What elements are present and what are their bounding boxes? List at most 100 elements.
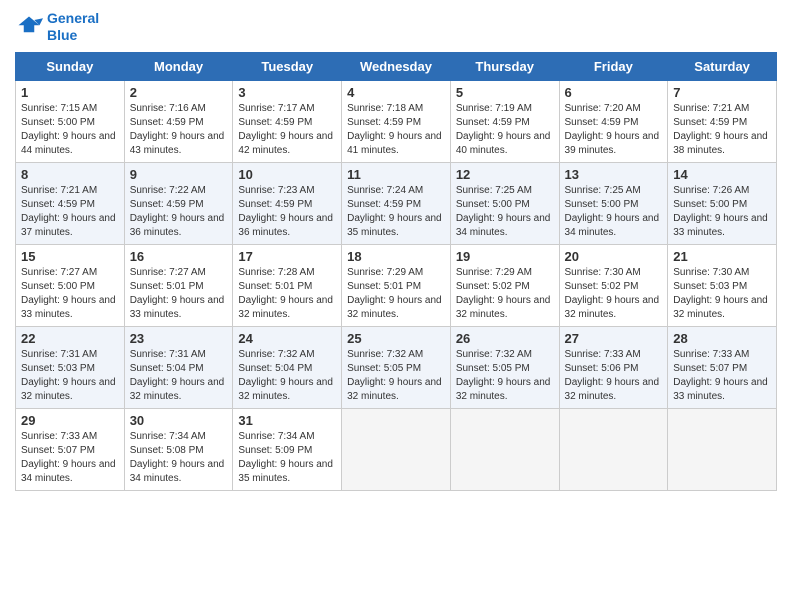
daylight-label: Daylight: 9 hours and 32 minutes. <box>456 377 551 402</box>
day-info: Sunrise: 7:27 AM Sunset: 5:01 PM Dayligh… <box>130 266 228 322</box>
sunset-label: Sunset: 4:59 PM <box>347 199 421 210</box>
day-number: 15 <box>21 249 119 264</box>
sunset-label: Sunset: 4:59 PM <box>565 117 639 128</box>
sunset-label: Sunset: 5:00 PM <box>456 199 530 210</box>
calendar-cell: 15 Sunrise: 7:27 AM Sunset: 5:00 PM Dayl… <box>16 244 125 326</box>
sunrise-label: Sunrise: 7:29 AM <box>456 267 532 278</box>
weekday-header: Monday <box>124 52 233 80</box>
day-info: Sunrise: 7:30 AM Sunset: 5:02 PM Dayligh… <box>565 266 663 322</box>
sunrise-label: Sunrise: 7:16 AM <box>130 103 206 114</box>
sunrise-label: Sunrise: 7:22 AM <box>130 185 206 196</box>
day-info: Sunrise: 7:32 AM Sunset: 5:04 PM Dayligh… <box>238 348 336 404</box>
logo-icon <box>15 13 43 41</box>
calendar-cell: 17 Sunrise: 7:28 AM Sunset: 5:01 PM Dayl… <box>233 244 342 326</box>
sunset-label: Sunset: 5:04 PM <box>130 363 204 374</box>
sunrise-label: Sunrise: 7:34 AM <box>238 431 314 442</box>
day-info: Sunrise: 7:30 AM Sunset: 5:03 PM Dayligh… <box>673 266 771 322</box>
weekday-header: Friday <box>559 52 668 80</box>
day-number: 7 <box>673 85 771 100</box>
sunset-label: Sunset: 5:05 PM <box>347 363 421 374</box>
sunrise-label: Sunrise: 7:20 AM <box>565 103 641 114</box>
sunset-label: Sunset: 5:00 PM <box>673 199 747 210</box>
sunset-label: Sunset: 4:59 PM <box>130 117 204 128</box>
calendar-table: SundayMondayTuesdayWednesdayThursdayFrid… <box>15 52 777 491</box>
calendar-cell <box>559 408 668 490</box>
sunset-label: Sunset: 4:59 PM <box>456 117 530 128</box>
calendar-cell: 19 Sunrise: 7:29 AM Sunset: 5:02 PM Dayl… <box>450 244 559 326</box>
sunrise-label: Sunrise: 7:28 AM <box>238 267 314 278</box>
day-info: Sunrise: 7:24 AM Sunset: 4:59 PM Dayligh… <box>347 184 445 240</box>
daylight-label: Daylight: 9 hours and 32 minutes. <box>673 295 768 320</box>
day-number: 19 <box>456 249 554 264</box>
sunset-label: Sunset: 5:07 PM <box>21 445 95 456</box>
day-info: Sunrise: 7:33 AM Sunset: 5:07 PM Dayligh… <box>21 430 119 486</box>
calendar-cell: 16 Sunrise: 7:27 AM Sunset: 5:01 PM Dayl… <box>124 244 233 326</box>
calendar-cell: 21 Sunrise: 7:30 AM Sunset: 5:03 PM Dayl… <box>668 244 777 326</box>
sunrise-label: Sunrise: 7:31 AM <box>130 349 206 360</box>
day-number: 13 <box>565 167 663 182</box>
day-info: Sunrise: 7:32 AM Sunset: 5:05 PM Dayligh… <box>456 348 554 404</box>
day-info: Sunrise: 7:25 AM Sunset: 5:00 PM Dayligh… <box>456 184 554 240</box>
day-info: Sunrise: 7:21 AM Sunset: 4:59 PM Dayligh… <box>673 102 771 158</box>
sunrise-label: Sunrise: 7:23 AM <box>238 185 314 196</box>
sunrise-label: Sunrise: 7:32 AM <box>456 349 532 360</box>
sunrise-label: Sunrise: 7:27 AM <box>130 267 206 278</box>
day-number: 16 <box>130 249 228 264</box>
logo-text: General Blue <box>47 10 99 44</box>
calendar-cell: 12 Sunrise: 7:25 AM Sunset: 5:00 PM Dayl… <box>450 162 559 244</box>
day-number: 26 <box>456 331 554 346</box>
sunrise-label: Sunrise: 7:25 AM <box>456 185 532 196</box>
day-info: Sunrise: 7:34 AM Sunset: 5:08 PM Dayligh… <box>130 430 228 486</box>
day-info: Sunrise: 7:32 AM Sunset: 5:05 PM Dayligh… <box>347 348 445 404</box>
calendar-week-row: 8 Sunrise: 7:21 AM Sunset: 4:59 PM Dayli… <box>16 162 777 244</box>
day-info: Sunrise: 7:28 AM Sunset: 5:01 PM Dayligh… <box>238 266 336 322</box>
day-number: 9 <box>130 167 228 182</box>
daylight-label: Daylight: 9 hours and 35 minutes. <box>238 459 333 484</box>
sunset-label: Sunset: 5:00 PM <box>565 199 639 210</box>
calendar-week-row: 15 Sunrise: 7:27 AM Sunset: 5:00 PM Dayl… <box>16 244 777 326</box>
daylight-label: Daylight: 9 hours and 37 minutes. <box>21 213 116 238</box>
calendar-cell: 14 Sunrise: 7:26 AM Sunset: 5:00 PM Dayl… <box>668 162 777 244</box>
calendar-cell: 26 Sunrise: 7:32 AM Sunset: 5:05 PM Dayl… <box>450 326 559 408</box>
weekday-header: Sunday <box>16 52 125 80</box>
calendar-cell: 31 Sunrise: 7:34 AM Sunset: 5:09 PM Dayl… <box>233 408 342 490</box>
sunset-label: Sunset: 4:59 PM <box>238 117 312 128</box>
day-number: 27 <box>565 331 663 346</box>
sunrise-label: Sunrise: 7:30 AM <box>565 267 641 278</box>
calendar-cell: 18 Sunrise: 7:29 AM Sunset: 5:01 PM Dayl… <box>342 244 451 326</box>
calendar-cell: 10 Sunrise: 7:23 AM Sunset: 4:59 PM Dayl… <box>233 162 342 244</box>
day-number: 14 <box>673 167 771 182</box>
day-info: Sunrise: 7:29 AM Sunset: 5:02 PM Dayligh… <box>456 266 554 322</box>
weekday-header: Wednesday <box>342 52 451 80</box>
calendar-cell: 1 Sunrise: 7:15 AM Sunset: 5:00 PM Dayli… <box>16 80 125 162</box>
daylight-label: Daylight: 9 hours and 32 minutes. <box>565 377 660 402</box>
daylight-label: Daylight: 9 hours and 44 minutes. <box>21 131 116 156</box>
sunrise-label: Sunrise: 7:33 AM <box>673 349 749 360</box>
day-number: 3 <box>238 85 336 100</box>
calendar-week-row: 1 Sunrise: 7:15 AM Sunset: 5:00 PM Dayli… <box>16 80 777 162</box>
calendar-cell: 7 Sunrise: 7:21 AM Sunset: 4:59 PM Dayli… <box>668 80 777 162</box>
sunset-label: Sunset: 4:59 PM <box>21 199 95 210</box>
daylight-label: Daylight: 9 hours and 32 minutes. <box>565 295 660 320</box>
daylight-label: Daylight: 9 hours and 42 minutes. <box>238 131 333 156</box>
sunset-label: Sunset: 4:59 PM <box>673 117 747 128</box>
sunrise-label: Sunrise: 7:26 AM <box>673 185 749 196</box>
weekday-header: Saturday <box>668 52 777 80</box>
sunrise-label: Sunrise: 7:27 AM <box>21 267 97 278</box>
day-number: 29 <box>21 413 119 428</box>
day-info: Sunrise: 7:34 AM Sunset: 5:09 PM Dayligh… <box>238 430 336 486</box>
calendar-cell: 25 Sunrise: 7:32 AM Sunset: 5:05 PM Dayl… <box>342 326 451 408</box>
calendar-cell <box>668 408 777 490</box>
day-number: 5 <box>456 85 554 100</box>
day-number: 1 <box>21 85 119 100</box>
sunset-label: Sunset: 5:02 PM <box>456 281 530 292</box>
sunset-label: Sunset: 4:59 PM <box>347 117 421 128</box>
day-number: 6 <box>565 85 663 100</box>
calendar-cell: 13 Sunrise: 7:25 AM Sunset: 5:00 PM Dayl… <box>559 162 668 244</box>
day-number: 21 <box>673 249 771 264</box>
sunset-label: Sunset: 5:02 PM <box>565 281 639 292</box>
sunrise-label: Sunrise: 7:21 AM <box>21 185 97 196</box>
sunrise-label: Sunrise: 7:19 AM <box>456 103 532 114</box>
daylight-label: Daylight: 9 hours and 36 minutes. <box>238 213 333 238</box>
logo: General Blue <box>15 10 99 44</box>
